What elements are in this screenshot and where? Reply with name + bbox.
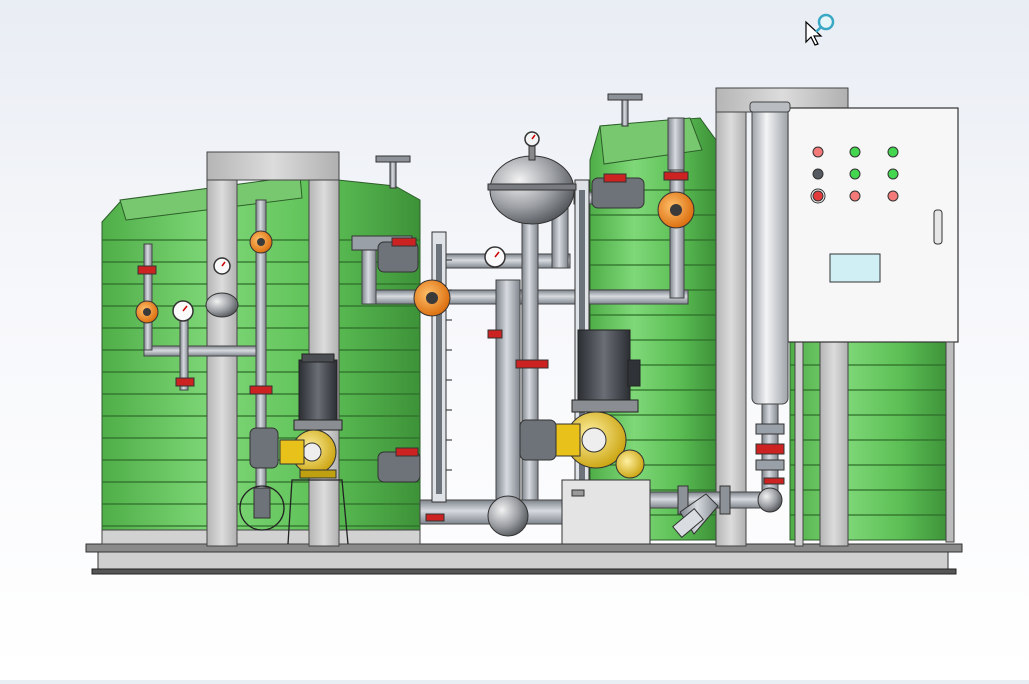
check-valve-lower-left[interactable] — [377, 447, 421, 483]
arrow-cursor-with-magnifier-icon — [804, 12, 838, 48]
indicator-light — [849, 168, 861, 180]
indicator-light — [812, 168, 824, 180]
pump-right[interactable] — [551, 329, 645, 479]
indicator-light — [849, 146, 861, 158]
pressure-gauge-center-icon — [484, 246, 506, 268]
suction-valve-right-pump[interactable] — [519, 419, 557, 461]
pulsation-dampener-tank[interactable] — [487, 145, 577, 225]
panel-door-handle[interactable] — [933, 209, 943, 245]
small-dampener-left — [205, 292, 239, 318]
indicator-light — [887, 146, 899, 158]
indicator-light — [849, 190, 861, 202]
orange-valve-center-icon[interactable] — [413, 279, 451, 317]
indicator-light — [812, 190, 824, 202]
junction-box — [561, 479, 651, 545]
pressure-gauge-top-icon — [524, 131, 540, 147]
level-gauge-left — [431, 231, 452, 503]
indicator-light — [887, 190, 899, 202]
pressure-gauge-small-icon — [213, 257, 231, 275]
indicator-light — [812, 146, 824, 158]
suction-valve-left-pump[interactable] — [249, 427, 279, 469]
filter-column[interactable] — [749, 101, 791, 505]
indicator-light — [887, 168, 899, 180]
check-valve-upper-right[interactable] — [591, 173, 645, 209]
pressure-gauge-left-icon — [172, 300, 194, 322]
cad-model-viewport[interactable] — [0, 0, 1029, 680]
left-tank-vent-cap — [375, 155, 411, 189]
orange-valve-left-icon[interactable] — [135, 300, 159, 324]
base-skid — [85, 543, 963, 575]
panel-display-screen — [829, 253, 881, 283]
right-tank-vent-cap — [607, 93, 643, 127]
orange-valve-frame-icon[interactable] — [249, 230, 273, 254]
orange-valve-right-icon[interactable] — [657, 191, 695, 229]
